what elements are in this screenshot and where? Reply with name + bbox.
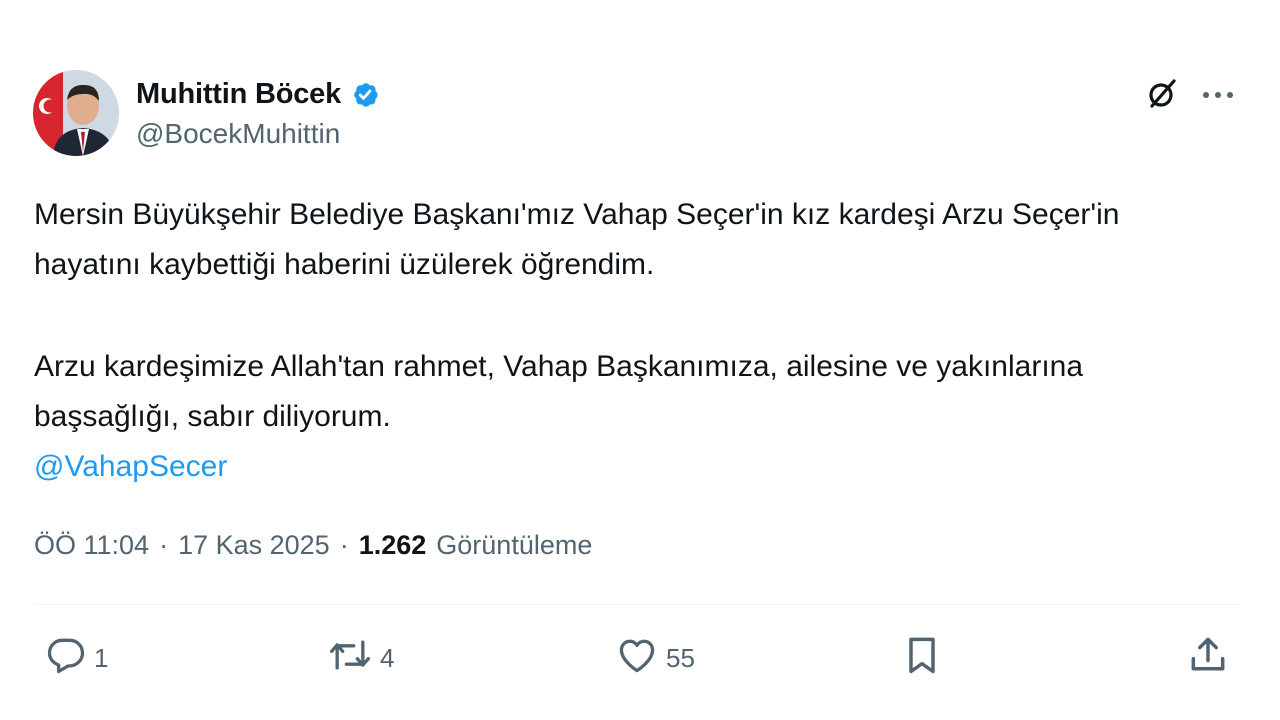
tweet-paragraph: Mersin Büyükşehir Belediye Başkanı'mız V… bbox=[34, 198, 1120, 281]
avatar[interactable] bbox=[33, 70, 119, 156]
meta-separator: · bbox=[159, 530, 169, 560]
more-options-button[interactable] bbox=[1196, 74, 1240, 118]
retweet-count: 4 bbox=[380, 642, 395, 673]
name-row: Muhittin Böcek bbox=[136, 74, 383, 114]
retweet-button[interactable]: 4 bbox=[326, 632, 394, 684]
tweet-card: Muhittin Böcek @BocekMuhittin Mersin Büy… bbox=[0, 0, 1280, 720]
grok-button[interactable] bbox=[1140, 74, 1184, 118]
bookmark-button[interactable] bbox=[900, 632, 944, 684]
retweet-icon bbox=[326, 633, 374, 684]
views-count: 1.262 bbox=[358, 530, 427, 560]
like-count: 55 bbox=[666, 642, 695, 673]
tweet-paragraph: Arzu kardeşimize Allah'tan rahmet, Vahap… bbox=[34, 350, 1084, 433]
reply-button[interactable]: 1 bbox=[44, 632, 108, 684]
user-handle[interactable]: @BocekMuhittin bbox=[136, 118, 383, 150]
display-name[interactable]: Muhittin Böcek bbox=[136, 78, 341, 111]
mention-link[interactable]: @VahapSecer bbox=[34, 450, 227, 483]
verified-badge-icon[interactable] bbox=[347, 76, 383, 112]
tweet-meta: ÖÖ 11:04 · 17 Kas 2025 · 1.262 Görüntüle… bbox=[34, 530, 592, 561]
like-button[interactable]: 55 bbox=[614, 632, 695, 684]
grok-icon bbox=[1145, 77, 1179, 116]
tweet-text: Mersin Büyükşehir Belediye Başkanı'mız V… bbox=[34, 190, 1234, 492]
views-label: Görüntüleme bbox=[436, 530, 593, 560]
share-button[interactable] bbox=[1186, 632, 1230, 684]
meta-separator: · bbox=[339, 530, 349, 560]
heart-icon bbox=[614, 633, 660, 684]
share-icon bbox=[1186, 633, 1230, 684]
divider bbox=[34, 604, 1240, 605]
author-block: Muhittin Böcek @BocekMuhittin bbox=[136, 74, 383, 150]
reply-count: 1 bbox=[94, 642, 109, 673]
more-options-icon bbox=[1201, 87, 1235, 105]
bookmark-icon bbox=[900, 633, 944, 684]
tweet-date[interactable]: 17 Kas 2025 bbox=[178, 530, 330, 561]
tweet-time[interactable]: ÖÖ 11:04 bbox=[34, 530, 149, 561]
reply-icon bbox=[44, 633, 88, 684]
